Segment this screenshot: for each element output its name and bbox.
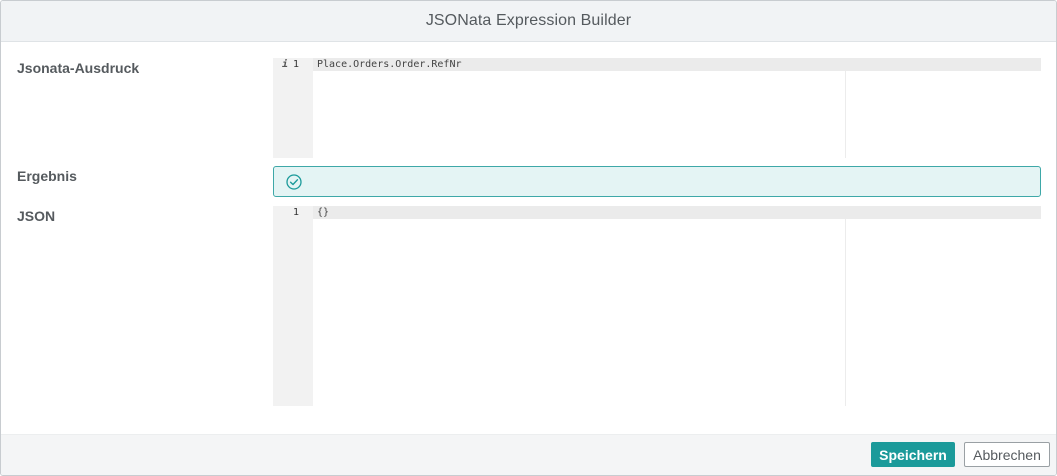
result-label: Ergebnis [17,168,77,184]
dialog-footer: Speichern Abbrechen [1,434,1056,475]
jsonata-dialog: JSONata Expression Builder Jsonata-Ausdr… [0,0,1057,476]
expression-editor[interactable]: i 1 Place.Orders.Order.RefNr [273,58,1041,158]
info-icon: i [282,59,289,70]
json-line-number: 1 [292,207,299,218]
expression-gutter: i 1 [273,58,313,158]
expression-line-number: 1 [292,59,299,70]
cancel-button[interactable]: Abbrechen [964,442,1050,467]
dialog-titlebar: JSONata Expression Builder [1,1,1056,42]
expression-code-line[interactable]: Place.Orders.Order.RefNr [317,59,462,70]
json-label: JSON [17,208,56,224]
json-print-margin [845,219,846,406]
json-active-line [273,206,1041,219]
expression-print-margin [845,71,846,158]
expression-label: Jsonata-Ausdruck [17,60,140,76]
json-gutter: 1 [273,206,313,406]
dialog-title: JSONata Expression Builder [425,12,632,29]
result-box [273,166,1041,197]
json-code-line[interactable]: {} [317,207,329,218]
check-circle-icon [286,174,302,190]
json-editor[interactable]: 1 {} [273,206,1041,406]
save-button[interactable]: Speichern [871,442,955,467]
